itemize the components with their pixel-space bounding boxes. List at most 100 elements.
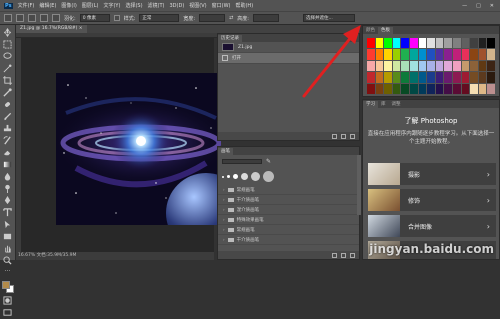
color-swatch[interactable] [401, 38, 409, 48]
quick-mask-icon[interactable] [3, 296, 12, 305]
color-swatch[interactable] [479, 84, 487, 94]
brush-tool-icon[interactable] [3, 112, 12, 121]
color-swatch[interactable] [462, 38, 470, 48]
color-swatch[interactable] [401, 84, 409, 94]
color-swatch[interactable] [487, 49, 495, 59]
menu-filter[interactable]: 滤镜(T) [148, 2, 165, 9]
color-swatch[interactable] [367, 72, 375, 82]
color-swatch[interactable] [376, 61, 384, 71]
brush-group-row[interactable]: ›干介质画笔 [218, 195, 359, 205]
color-swatch[interactable] [410, 72, 418, 82]
new-brush-icon[interactable]: ✎ [266, 158, 271, 165]
brush-tip[interactable] [227, 175, 230, 178]
color-swatch[interactable] [462, 72, 470, 82]
color-swatch[interactable] [487, 38, 495, 48]
menu-type[interactable]: 文字(Y) [103, 2, 120, 9]
color-swatch[interactable] [427, 72, 435, 82]
brush-group-row[interactable]: ›湿介质画笔 [218, 205, 359, 215]
new-group-icon[interactable] [332, 253, 337, 258]
new-brush-icon[interactable] [341, 253, 346, 258]
color-swatch[interactable] [410, 84, 418, 94]
tab-brushes[interactable]: 画笔 [218, 148, 233, 155]
color-swatch[interactable] [401, 72, 409, 82]
expand-caret-icon[interactable]: › [223, 197, 225, 202]
brush-search-input[interactable] [222, 159, 262, 164]
color-swatch[interactable] [367, 49, 375, 59]
color-swatch[interactable] [487, 61, 495, 71]
marquee-tool-icon[interactable] [3, 40, 12, 49]
menu-window[interactable]: 窗口(W) [212, 2, 231, 9]
maximize-button[interactable]: □ [476, 3, 481, 9]
color-swatch[interactable] [444, 49, 452, 59]
color-swatch[interactable] [376, 38, 384, 48]
more-tools-icon[interactable]: ··· [3, 268, 12, 277]
color-swatch[interactable] [436, 84, 444, 94]
color-swatch[interactable] [410, 61, 418, 71]
gradient-tool-icon[interactable] [3, 160, 12, 169]
color-swatch[interactable] [444, 72, 452, 82]
expand-caret-icon[interactable]: › [223, 187, 225, 192]
expand-caret-icon[interactable]: › [223, 207, 225, 212]
brush-tip[interactable] [241, 173, 248, 180]
color-swatch[interactable] [384, 72, 392, 82]
tab-libraries[interactable]: 库 [378, 101, 389, 108]
color-swatch[interactable] [376, 84, 384, 94]
new-document-from-state-icon[interactable] [332, 134, 337, 139]
color-swatch[interactable] [453, 38, 461, 48]
path-selection-icon[interactable] [3, 220, 12, 229]
brush-tip[interactable] [263, 171, 274, 182]
color-swatch[interactable] [462, 49, 470, 59]
color-swatch[interactable] [444, 38, 452, 48]
brush-group-row[interactable]: ›干介质画笔 [218, 235, 359, 245]
crop-tool-icon[interactable] [3, 76, 12, 85]
menu-help[interactable]: 帮助(H) [235, 2, 253, 9]
brushes-scrollbar[interactable] [357, 155, 361, 215]
canvas-image[interactable] [56, 73, 221, 225]
trash-icon[interactable] [350, 253, 355, 258]
swap-icon[interactable]: ⇄ [229, 15, 233, 21]
color-swatch[interactable] [401, 49, 409, 59]
intersect-selection-icon[interactable] [52, 14, 60, 22]
menu-3d[interactable]: 3D(D) [170, 3, 185, 9]
screen-mode-icon[interactable] [3, 308, 12, 317]
lasso-tool-icon[interactable] [3, 52, 12, 61]
color-swatch[interactable] [453, 61, 461, 71]
learn-topic-combine[interactable]: 合并图像 › [368, 215, 496, 237]
color-swatch[interactable] [419, 72, 427, 82]
eyedropper-icon[interactable] [3, 88, 12, 97]
menu-file[interactable]: 文件(F) [18, 2, 35, 9]
color-swatch[interactable] [462, 84, 470, 94]
color-swatch[interactable] [419, 84, 427, 94]
color-swatch[interactable] [427, 61, 435, 71]
color-swatch[interactable] [470, 38, 478, 48]
healing-brush-icon[interactable] [3, 100, 12, 109]
color-swatch[interactable] [419, 49, 427, 59]
color-swatch[interactable] [410, 38, 418, 48]
color-swatch[interactable] [436, 49, 444, 59]
feather-input[interactable]: 0 像素 [80, 14, 110, 22]
brush-group-row[interactable]: ›特殊效果画笔 [218, 215, 359, 225]
hand-tool-icon[interactable] [3, 244, 12, 253]
menu-image[interactable]: 图像(I) [61, 2, 76, 9]
color-swatch[interactable] [479, 38, 487, 48]
dodge-tool-icon[interactable] [3, 184, 12, 193]
color-swatch[interactable] [453, 49, 461, 59]
color-swatch[interactable] [367, 84, 375, 94]
color-swatch[interactable] [393, 84, 401, 94]
tab-swatches[interactable]: 色板 [378, 27, 393, 34]
height-input[interactable] [253, 14, 279, 22]
color-swatch[interactable] [427, 49, 435, 59]
trash-icon[interactable] [350, 134, 355, 139]
history-brush-icon[interactable] [3, 136, 12, 145]
blur-tool-icon[interactable] [3, 172, 12, 181]
brush-tip[interactable] [251, 172, 260, 181]
color-swatch[interactable] [376, 49, 384, 59]
type-tool-icon[interactable] [3, 208, 12, 217]
pen-tool-icon[interactable] [3, 196, 12, 205]
history-state-row[interactable]: 打开 [218, 53, 359, 64]
color-swatch[interactable] [427, 84, 435, 94]
color-swatch[interactable] [453, 72, 461, 82]
color-swatch[interactable] [470, 49, 478, 59]
menu-edit[interactable]: 编辑(E) [39, 2, 56, 9]
color-swatch[interactable] [444, 84, 452, 94]
